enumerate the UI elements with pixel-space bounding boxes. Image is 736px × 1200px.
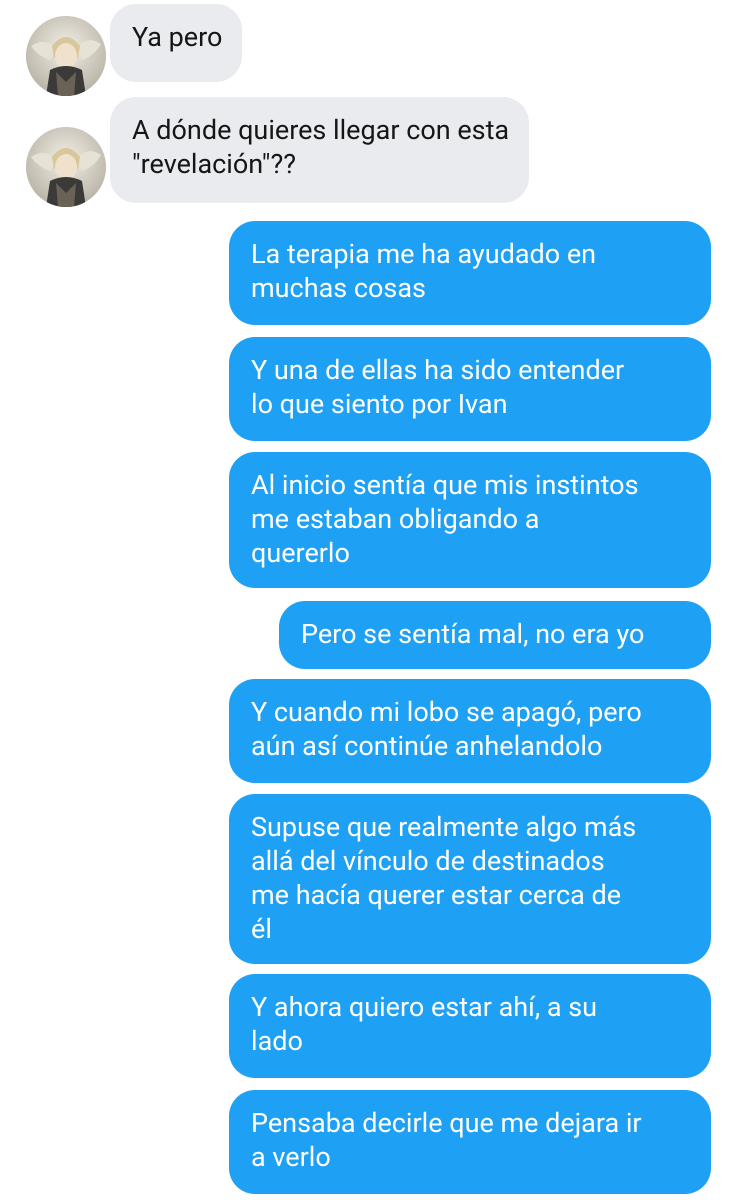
sent-message[interactable]: Y cuando mi lobo se apagó, pero aún así … (229, 679, 711, 783)
sent-message[interactable]: Y una de ellas ha sido entender lo que s… (229, 337, 711, 441)
sent-message[interactable]: Pero se sentía mal, no era yo (279, 601, 711, 669)
character-avatar-icon (26, 127, 106, 207)
sent-message[interactable]: Supuse que realmente algo más allá del v… (229, 794, 711, 964)
sent-message[interactable]: Pensaba decirle que me dejara ir a verlo (229, 1090, 711, 1194)
character-avatar-icon (26, 16, 106, 96)
received-message[interactable]: A dónde quieres llegar con esta "revelac… (110, 97, 530, 203)
contact-avatar[interactable] (26, 127, 106, 207)
contact-avatar[interactable] (26, 16, 106, 96)
sent-message[interactable]: Y ahora quiero estar ahí, a su lado (229, 974, 711, 1078)
sent-message[interactable]: Al inicio sentía que mis instintos me es… (229, 452, 711, 588)
received-message[interactable]: Ya pero (110, 4, 243, 82)
sent-message[interactable]: La terapia me ha ayudado en muchas cosas (229, 221, 711, 325)
chat-thread: Ya pero A dónde quieres llegar con esta … (0, 0, 736, 1200)
